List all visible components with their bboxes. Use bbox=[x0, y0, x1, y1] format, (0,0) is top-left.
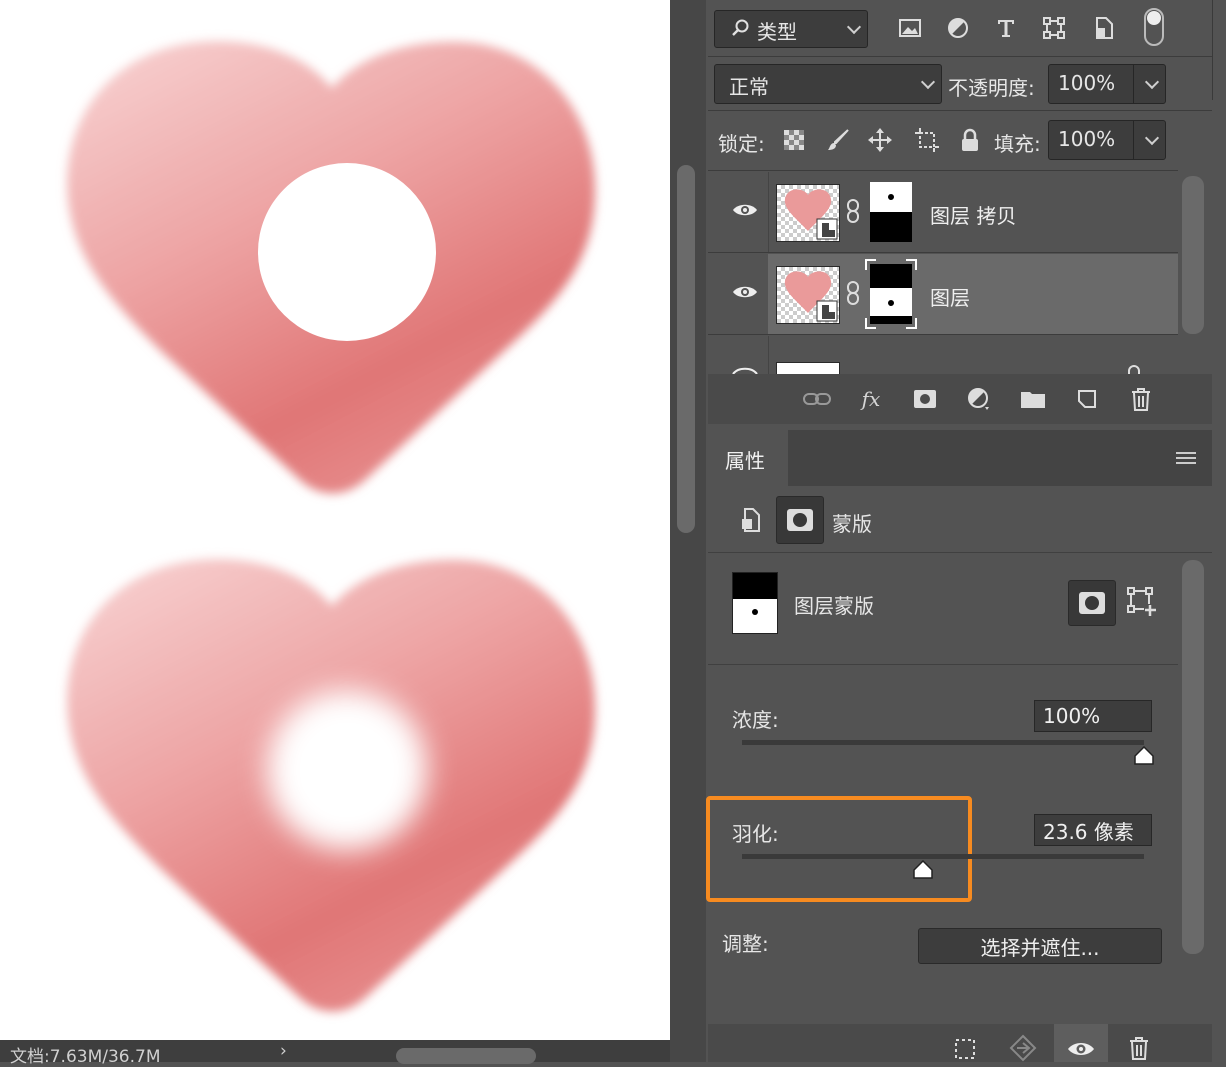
panel-divider bbox=[1212, 0, 1213, 100]
mask-properties-tab-button[interactable] bbox=[776, 496, 824, 544]
add-mask-icon[interactable] bbox=[910, 384, 940, 414]
separator bbox=[708, 110, 1212, 111]
mask-tab-label: 蒙版 bbox=[832, 512, 872, 536]
vertical-scrollbar[interactable] bbox=[677, 165, 695, 533]
chevron-down-icon bbox=[920, 74, 936, 90]
pixel-layer-properties-icon[interactable] bbox=[738, 506, 764, 534]
folder-icon[interactable] bbox=[1018, 384, 1048, 414]
adjustment-layer-icon[interactable] bbox=[964, 384, 994, 414]
layer-thumbnail bbox=[776, 184, 840, 242]
opacity-value: 100% bbox=[1058, 71, 1116, 95]
visibility-eye-icon[interactable] bbox=[732, 366, 758, 374]
adjust-label: 调整: bbox=[722, 932, 769, 956]
layer-name: 图层 拷贝 bbox=[930, 204, 1017, 228]
properties-title: 属性 bbox=[725, 449, 765, 473]
layer-name: 图层 bbox=[930, 286, 970, 310]
shape-filter-icon[interactable] bbox=[1040, 14, 1068, 42]
lock-paint-brush-icon[interactable] bbox=[824, 126, 852, 154]
separator bbox=[708, 252, 1178, 253]
layer-filter-dropdown[interactable]: 类型 bbox=[714, 10, 868, 48]
layer-mask-thumbnail[interactable] bbox=[870, 182, 912, 242]
delete-mask-icon[interactable] bbox=[1126, 1034, 1152, 1062]
separator bbox=[708, 334, 1178, 335]
lock-artboard-icon[interactable] bbox=[912, 126, 942, 154]
feather-slider-track[interactable] bbox=[742, 854, 1144, 859]
density-value: 100% bbox=[1043, 704, 1101, 728]
lock-label: 锁定: bbox=[718, 132, 765, 156]
feather-field[interactable]: 23.6 像素 bbox=[1034, 814, 1152, 846]
type-filter-icon[interactable] bbox=[992, 14, 1020, 42]
opacity-label: 不透明度: bbox=[948, 76, 1035, 100]
select-and-mask-button[interactable]: 选择并遮住... bbox=[918, 928, 1162, 964]
smart-object-filter-icon[interactable] bbox=[1090, 14, 1118, 42]
layer-row-partial[interactable] bbox=[708, 336, 1178, 374]
mask-link-icon[interactable] bbox=[846, 280, 860, 306]
apply-mask-icon[interactable] bbox=[1008, 1034, 1038, 1062]
link-icon[interactable] bbox=[802, 384, 832, 414]
filter-type-label: 类型 bbox=[757, 20, 797, 44]
chevron-down-icon bbox=[1144, 74, 1160, 90]
layers-scrollbar[interactable] bbox=[1182, 176, 1204, 334]
blend-mode-dropdown[interactable]: 正常 bbox=[714, 64, 942, 104]
properties-scrollbar[interactable] bbox=[1182, 560, 1204, 954]
add-vector-mask-icon[interactable] bbox=[1126, 586, 1158, 618]
mask-icon bbox=[786, 508, 814, 532]
separator bbox=[708, 56, 1212, 57]
density-label: 浓度: bbox=[732, 708, 779, 732]
feather-slider-thumb[interactable] bbox=[912, 859, 934, 880]
document-size-info: 文档:7.63M/36.7M bbox=[10, 1047, 161, 1067]
fill-value: 100% bbox=[1058, 127, 1116, 151]
blend-mode-value: 正常 bbox=[729, 75, 769, 99]
status-menu-arrow[interactable]: › bbox=[280, 1041, 287, 1061]
feather-value: 23.6 像素 bbox=[1043, 819, 1134, 844]
fill-field[interactable]: 100% bbox=[1048, 120, 1166, 160]
layer-thumbnail bbox=[776, 266, 840, 324]
density-field[interactable]: 100% bbox=[1034, 700, 1152, 732]
layer-mask-thumbnail[interactable] bbox=[870, 264, 912, 324]
layer-row[interactable]: 图层 拷贝 bbox=[708, 172, 1178, 252]
heart-feathered-hole-image bbox=[67, 559, 596, 1012]
load-selection-icon[interactable] bbox=[952, 1036, 978, 1062]
fx-icon[interactable]: fx bbox=[856, 384, 886, 414]
filter-toggle-switch[interactable] bbox=[1144, 8, 1164, 46]
panel-menu-icon[interactable] bbox=[1174, 448, 1198, 468]
lock-icon bbox=[1124, 364, 1144, 374]
search-icon bbox=[729, 17, 751, 39]
fill-label: 填充: bbox=[994, 132, 1041, 156]
new-layer-icon[interactable] bbox=[1072, 384, 1102, 414]
visibility-eye-icon[interactable] bbox=[732, 202, 758, 218]
opacity-field[interactable]: 100% bbox=[1048, 64, 1166, 104]
layer-mask-preview bbox=[732, 572, 778, 634]
mask-link-icon[interactable] bbox=[846, 198, 860, 224]
heart-sharp-hole-image bbox=[67, 41, 596, 494]
feather-label: 羽化: bbox=[732, 822, 779, 846]
image-filter-icon[interactable] bbox=[896, 14, 924, 42]
visibility-eye-icon[interactable] bbox=[1066, 1038, 1096, 1060]
layer-mask-label: 图层蒙版 bbox=[794, 594, 874, 618]
pixel-mask-icon bbox=[1078, 591, 1106, 615]
lock-transparency-icon[interactable] bbox=[780, 126, 808, 154]
document-canvas[interactable] bbox=[0, 0, 670, 1040]
visibility-eye-icon[interactable] bbox=[732, 284, 758, 300]
lock-all-icon[interactable] bbox=[956, 126, 984, 154]
trash-icon[interactable] bbox=[1126, 384, 1156, 414]
feather-highlight-box bbox=[706, 796, 972, 902]
separator bbox=[708, 664, 1178, 665]
select-pixel-mask-button[interactable] bbox=[1068, 580, 1116, 626]
separator bbox=[708, 170, 1178, 171]
chevron-down-icon bbox=[846, 19, 862, 35]
separator bbox=[708, 552, 1212, 553]
adjustment-filter-icon[interactable] bbox=[944, 14, 972, 42]
lock-position-icon[interactable] bbox=[866, 126, 894, 154]
layer-row-selected[interactable]: 图层 bbox=[708, 254, 1178, 334]
chevron-down-icon bbox=[1144, 130, 1160, 146]
density-slider-thumb[interactable] bbox=[1133, 745, 1155, 766]
density-slider-track[interactable] bbox=[742, 740, 1144, 745]
